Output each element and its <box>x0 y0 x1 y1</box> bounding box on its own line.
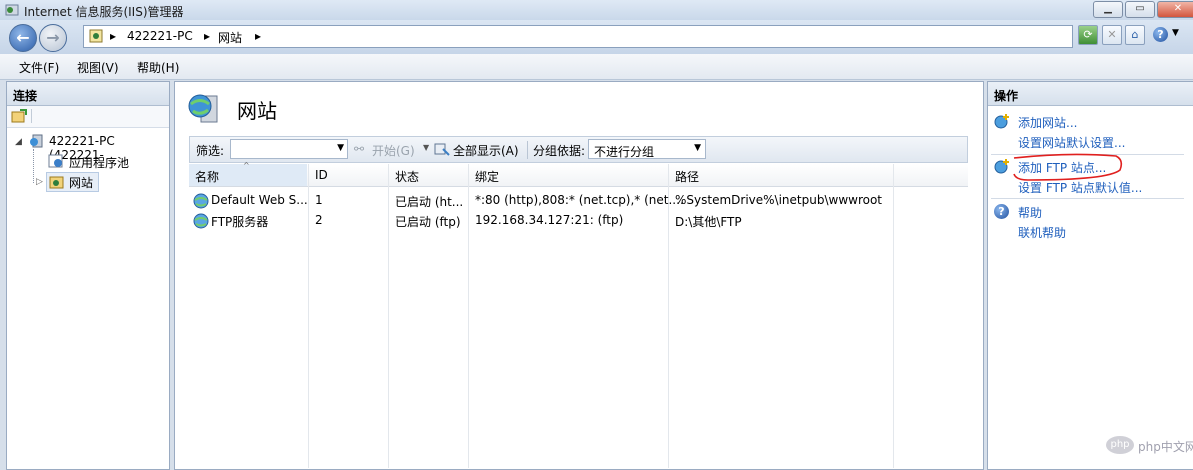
show-all-button[interactable]: 全部显示(A) <box>453 142 519 159</box>
add-site-link[interactable]: 添加网站... <box>1018 114 1077 131</box>
sites-folder-icon <box>49 174 65 193</box>
tree-item-sites-label: 网站 <box>69 176 94 190</box>
connections-toolbar <box>7 106 169 128</box>
home-icon[interactable]: ⌂ <box>1125 25 1145 45</box>
row-path: D:\其他\FTP <box>675 215 742 229</box>
title-bar: Internet 信息服务(IIS)管理器 ▁ ▭ ✕ <box>0 0 1193 20</box>
server-icon <box>89 29 103 43</box>
annotation-circle <box>1013 153 1123 181</box>
php-logo-icon: php <box>1106 436 1134 454</box>
row-id: 1 <box>315 193 323 207</box>
breadcrumb-separator-icon: ▸ <box>204 29 211 43</box>
tree-item-app-pools[interactable]: 应用程序池 <box>69 154 129 171</box>
start-button[interactable]: 开始(G) <box>372 142 415 159</box>
column-header-name-label: 名称 <box>195 170 220 184</box>
watermark-text: php中文网 <box>1138 440 1193 454</box>
toolbar-divider <box>527 141 528 159</box>
refresh-icon[interactable]: ⟳ <box>1078 25 1098 45</box>
online-help-link[interactable]: 联机帮助 <box>1018 224 1066 241</box>
filter-input[interactable]: ▼ <box>230 139 348 159</box>
actions-divider <box>991 198 1184 199</box>
menu-view[interactable]: 视图(V) <box>77 59 119 76</box>
column-header-id[interactable]: ID <box>315 168 328 182</box>
row-binding: *:80 (http),808:* (net.tcp),* (net.... <box>475 193 684 207</box>
maximize-button[interactable]: ▭ <box>1125 1 1155 18</box>
help-dropdown-button[interactable]: ? ▼ <box>1152 25 1182 45</box>
actions-header: 操作 <box>988 82 1193 106</box>
page-title: 网站 <box>237 99 277 123</box>
website-globe-icon <box>193 213 209 232</box>
new-connection-icon[interactable] <box>11 109 27 126</box>
filter-label: 筛选: <box>196 144 225 158</box>
table-row[interactable]: FTP服务器 2 已启动 (ftp) 192.168.34.127:21: (f… <box>189 210 968 230</box>
row-status: 已启动 (ht... <box>395 195 464 209</box>
help-icon: ? <box>994 204 1009 219</box>
connections-panel: 连接 ◢ 422221-PC (422221- 应用程序池 ▷ 网站 <box>6 81 170 470</box>
sort-ascending-icon: ^ <box>243 161 250 170</box>
tree-line <box>33 149 35 183</box>
window-title: Internet 信息服务(IIS)管理器 <box>24 5 184 19</box>
column-header-binding[interactable]: 绑定 <box>475 168 499 185</box>
close-button[interactable]: ✕ <box>1157 1 1193 18</box>
row-binding: 192.168.34.127:21: (ftp) <box>475 213 624 227</box>
filter-toolbar: 筛选: ▼ ⚯ 开始(G) ▼ 全部显示(A) 分组依据: 不进行分组 ▼ <box>189 136 968 163</box>
table-row[interactable]: Default Web S... 1 已启动 (ht... *:80 (http… <box>189 190 968 210</box>
toolbar-divider <box>31 109 32 123</box>
breadcrumb-separator-icon: ▸ <box>110 29 117 43</box>
row-name: FTP服务器 <box>211 215 269 229</box>
chevron-down-icon: ▼ <box>337 143 344 153</box>
help-icon: ? <box>1153 27 1168 42</box>
add-site-icon <box>993 113 1011 132</box>
back-button[interactable]: ← <box>9 24 37 52</box>
expand-arrow-icon[interactable]: ▷ <box>36 177 43 187</box>
forward-button[interactable]: → <box>39 24 67 52</box>
help-link[interactable]: 帮助 <box>1018 204 1042 221</box>
binoculars-icon: ⚯ <box>354 142 365 156</box>
sites-globe-icon <box>187 92 221 127</box>
column-header-path[interactable]: 路径 <box>675 168 699 185</box>
row-name: Default Web S... <box>211 193 308 207</box>
menu-file[interactable]: 文件(F) <box>19 59 59 76</box>
site-defaults-link[interactable]: 设置网站默认设置... <box>1018 134 1125 151</box>
server-node-icon <box>29 133 45 152</box>
breadcrumb-separator-icon[interactable]: ▸ <box>255 29 261 43</box>
chevron-down-icon: ▼ <box>1172 28 1179 38</box>
watermark: php php中文网 <box>1106 434 1193 462</box>
collapse-arrow-icon[interactable]: ◢ <box>15 137 22 147</box>
tree-item-sites-selected[interactable]: 网站 <box>46 172 99 192</box>
stop-icon[interactable]: ✕ <box>1102 25 1122 45</box>
row-status: 已启动 (ftp) <box>395 215 461 229</box>
iis-app-icon <box>5 3 19 17</box>
group-by-select[interactable]: 不进行分组 ▼ <box>588 139 706 159</box>
table-header: ^ 名称 ID 状态 绑定 路径 <box>189 161 968 187</box>
address-bar[interactable]: ▸ 422221-PC ▸ 网站 ▸ <box>83 25 1073 48</box>
row-path: %SystemDrive%\inetpub\wwwroot <box>675 193 882 207</box>
chevron-down-icon[interactable]: ▼ <box>423 143 429 152</box>
minimize-button[interactable]: ▁ <box>1093 1 1123 18</box>
show-all-icon <box>434 141 450 160</box>
group-by-label: 分组依据: <box>533 144 586 158</box>
column-header-name[interactable]: ^ 名称 <box>189 161 307 186</box>
breadcrumb-sites[interactable]: 网站 <box>218 29 242 46</box>
menu-help[interactable]: 帮助(H) <box>137 59 179 76</box>
column-header-status[interactable]: 状态 <box>395 168 419 185</box>
breadcrumb-server[interactable]: 422221-PC <box>127 29 193 43</box>
chevron-down-icon: ▼ <box>694 143 701 153</box>
connections-header: 连接 <box>7 82 169 106</box>
row-id: 2 <box>315 213 323 227</box>
app-pool-icon <box>48 153 64 172</box>
group-by-value: 不进行分组 <box>594 145 655 159</box>
